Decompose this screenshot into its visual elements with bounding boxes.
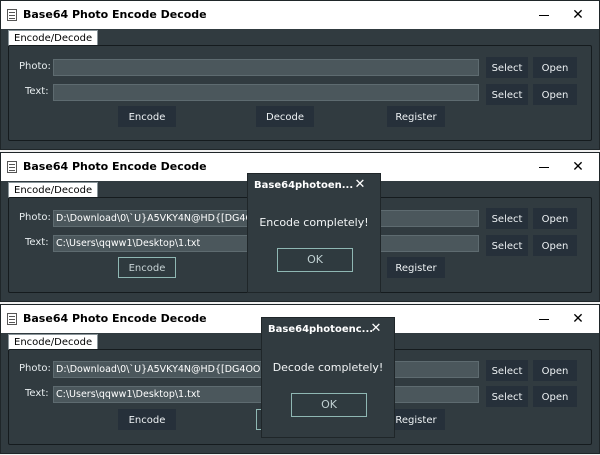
- dialog-close-icon[interactable]: ✕: [368, 321, 384, 337]
- decode-result-dialog: Base64photoenc... ✕ Decode completely! O…: [261, 317, 395, 438]
- text-open-button[interactable]: Open: [533, 84, 577, 105]
- photo-label: Photo:: [19, 61, 51, 72]
- text-path-field[interactable]: [53, 84, 479, 101]
- app-document-icon: [7, 313, 17, 325]
- dialog-ok-button[interactable]: OK: [291, 393, 367, 417]
- photo-select-button[interactable]: Select: [486, 208, 528, 229]
- encode-button[interactable]: Encode: [118, 106, 176, 127]
- photo-select-button[interactable]: Select: [486, 360, 528, 381]
- app-document-icon: [7, 9, 17, 21]
- close-window-button[interactable]: ✕: [568, 310, 588, 328]
- dialog-title: Base64photoen...: [254, 180, 354, 191]
- app-window-1: Base64 Photo Encode Decode ✕ Encode/Deco…: [0, 0, 600, 150]
- dialog-message: Encode completely!: [259, 216, 369, 229]
- dialog-message: Decode completely!: [272, 361, 384, 374]
- photo-path-field[interactable]: [53, 59, 479, 76]
- close-window-button[interactable]: ✕: [568, 6, 588, 24]
- photo-select-button[interactable]: Select: [486, 57, 528, 78]
- photo-label: Photo:: [19, 212, 51, 223]
- register-button[interactable]: Register: [387, 106, 445, 127]
- text-open-button[interactable]: Open: [533, 235, 577, 256]
- text-select-button[interactable]: Select: [486, 386, 528, 407]
- tab-encode-decode[interactable]: Encode/Decode: [8, 334, 99, 350]
- decode-button[interactable]: Decode: [256, 106, 314, 127]
- text-label: Text:: [25, 237, 49, 248]
- minimize-button[interactable]: [533, 311, 555, 327]
- dialog-title: Base64photoenc...: [268, 324, 374, 335]
- encode-button[interactable]: Encode: [118, 409, 176, 430]
- text-label: Text:: [25, 86, 49, 97]
- photo-label: Photo:: [19, 363, 51, 374]
- dialog-close-icon[interactable]: ✕: [352, 177, 368, 193]
- tab-encode-decode[interactable]: Encode/Decode: [8, 30, 99, 46]
- photo-open-button[interactable]: Open: [533, 57, 577, 78]
- tab-encode-decode[interactable]: Encode/Decode: [8, 182, 99, 198]
- minimize-button[interactable]: [533, 159, 555, 175]
- text-open-button[interactable]: Open: [533, 386, 577, 407]
- photo-open-button[interactable]: Open: [533, 360, 577, 381]
- text-select-button[interactable]: Select: [486, 235, 528, 256]
- photo-open-button[interactable]: Open: [533, 208, 577, 229]
- window-title: Base64 Photo Encode Decode: [23, 312, 207, 325]
- register-button[interactable]: Register: [387, 257, 445, 278]
- text-select-button[interactable]: Select: [486, 84, 528, 105]
- window-title: Base64 Photo Encode Decode: [23, 8, 207, 21]
- encode-result-dialog: Base64photoen... ✕ Encode completely! OK: [247, 173, 381, 293]
- window-title: Base64 Photo Encode Decode: [23, 160, 207, 173]
- app-document-icon: [7, 161, 17, 173]
- title-bar[interactable]: Base64 Photo Encode Decode ✕: [1, 1, 599, 29]
- dialog-ok-button[interactable]: OK: [277, 248, 353, 272]
- minimize-button[interactable]: [533, 7, 555, 23]
- register-button[interactable]: Register: [387, 409, 445, 430]
- text-label: Text:: [25, 388, 49, 399]
- close-window-button[interactable]: ✕: [568, 158, 588, 176]
- encode-button[interactable]: Encode: [118, 257, 176, 278]
